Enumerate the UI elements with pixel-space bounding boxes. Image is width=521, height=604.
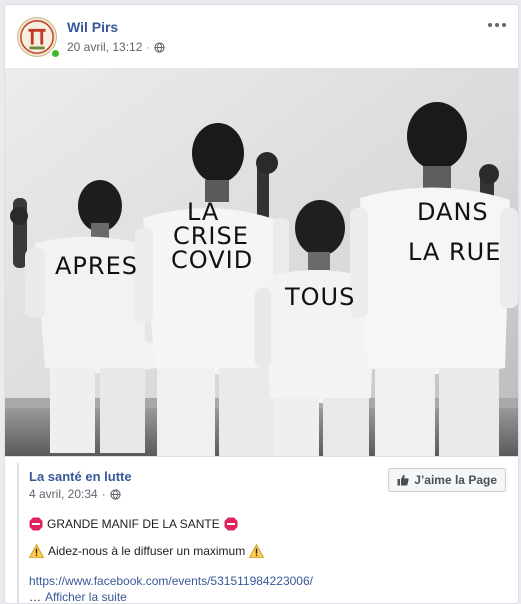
- post-photo[interactable]: APRES LA CRISE COVID TOUS DANS LA RUE: [5, 68, 518, 456]
- stop-sign-icon: [29, 517, 43, 531]
- shared-post-date[interactable]: 4 avril, 20:34: [29, 487, 98, 501]
- separator: ·: [101, 487, 106, 501]
- post-card: Wil Pirs 20 avril, 13:12 · APRES LA CRIS…: [4, 4, 519, 604]
- more-dot: [495, 23, 499, 27]
- like-page-button[interactable]: J’aime la Page: [388, 468, 506, 492]
- post-text-headline: GRANDE MANIF DE LA SANTE: [47, 517, 220, 531]
- shared-post-meta: 4 avril, 20:34 ·: [29, 487, 121, 501]
- shirt-text-apres: APRES: [55, 252, 138, 280]
- shirt-text-dans: DANS: [417, 198, 489, 226]
- globe-icon[interactable]: [154, 41, 166, 53]
- author-name[interactable]: Wil Pirs: [67, 19, 118, 35]
- post-meta: 20 avril, 13:12 ·: [67, 40, 166, 54]
- more-dots-icon: [488, 23, 492, 27]
- shirt-text-la-rue: LA RUE: [408, 238, 501, 266]
- post-text-line-1: GRANDE MANIF DE LA SANTE: [29, 517, 238, 531]
- warning-icon: [29, 544, 44, 558]
- thumbs-up-icon: [397, 474, 409, 486]
- post-date[interactable]: 20 avril, 13:12: [67, 40, 142, 54]
- warning-icon: [249, 544, 265, 558]
- more-options-button[interactable]: [484, 15, 510, 35]
- see-more-row: … Afficher la suite: [29, 590, 127, 604]
- protest-photo-image: APRES LA CRISE COVID TOUS DANS LA RUE: [5, 68, 518, 456]
- post-event-link[interactable]: https://www.facebook.com/events/53151198…: [29, 574, 313, 588]
- shirt-text-tous: TOUS: [284, 283, 355, 311]
- ellipsis: …: [29, 590, 41, 604]
- shirt-text-covid: COVID: [171, 246, 253, 274]
- post-text-request: Aidez-nous à le diffuser un maximum: [48, 544, 246, 558]
- separator: ·: [146, 40, 151, 54]
- stop-sign-icon: [224, 517, 238, 531]
- online-status-indicator: [50, 48, 61, 59]
- like-page-label: J’aime la Page: [414, 473, 497, 487]
- post-text-line-2: Aidez-nous à le diffuser un maximum: [29, 544, 265, 558]
- shared-post-rail: [17, 463, 19, 603]
- globe-icon[interactable]: [110, 488, 121, 500]
- shared-post: La santé en lutte 4 avril, 20:34 · J’aim…: [5, 456, 518, 604]
- more-dot: [502, 23, 506, 27]
- see-more-link[interactable]: Afficher la suite: [45, 590, 127, 603]
- shared-page-name[interactable]: La santé en lutte: [29, 469, 132, 484]
- post-header: Wil Pirs 20 avril, 13:12 ·: [5, 5, 518, 69]
